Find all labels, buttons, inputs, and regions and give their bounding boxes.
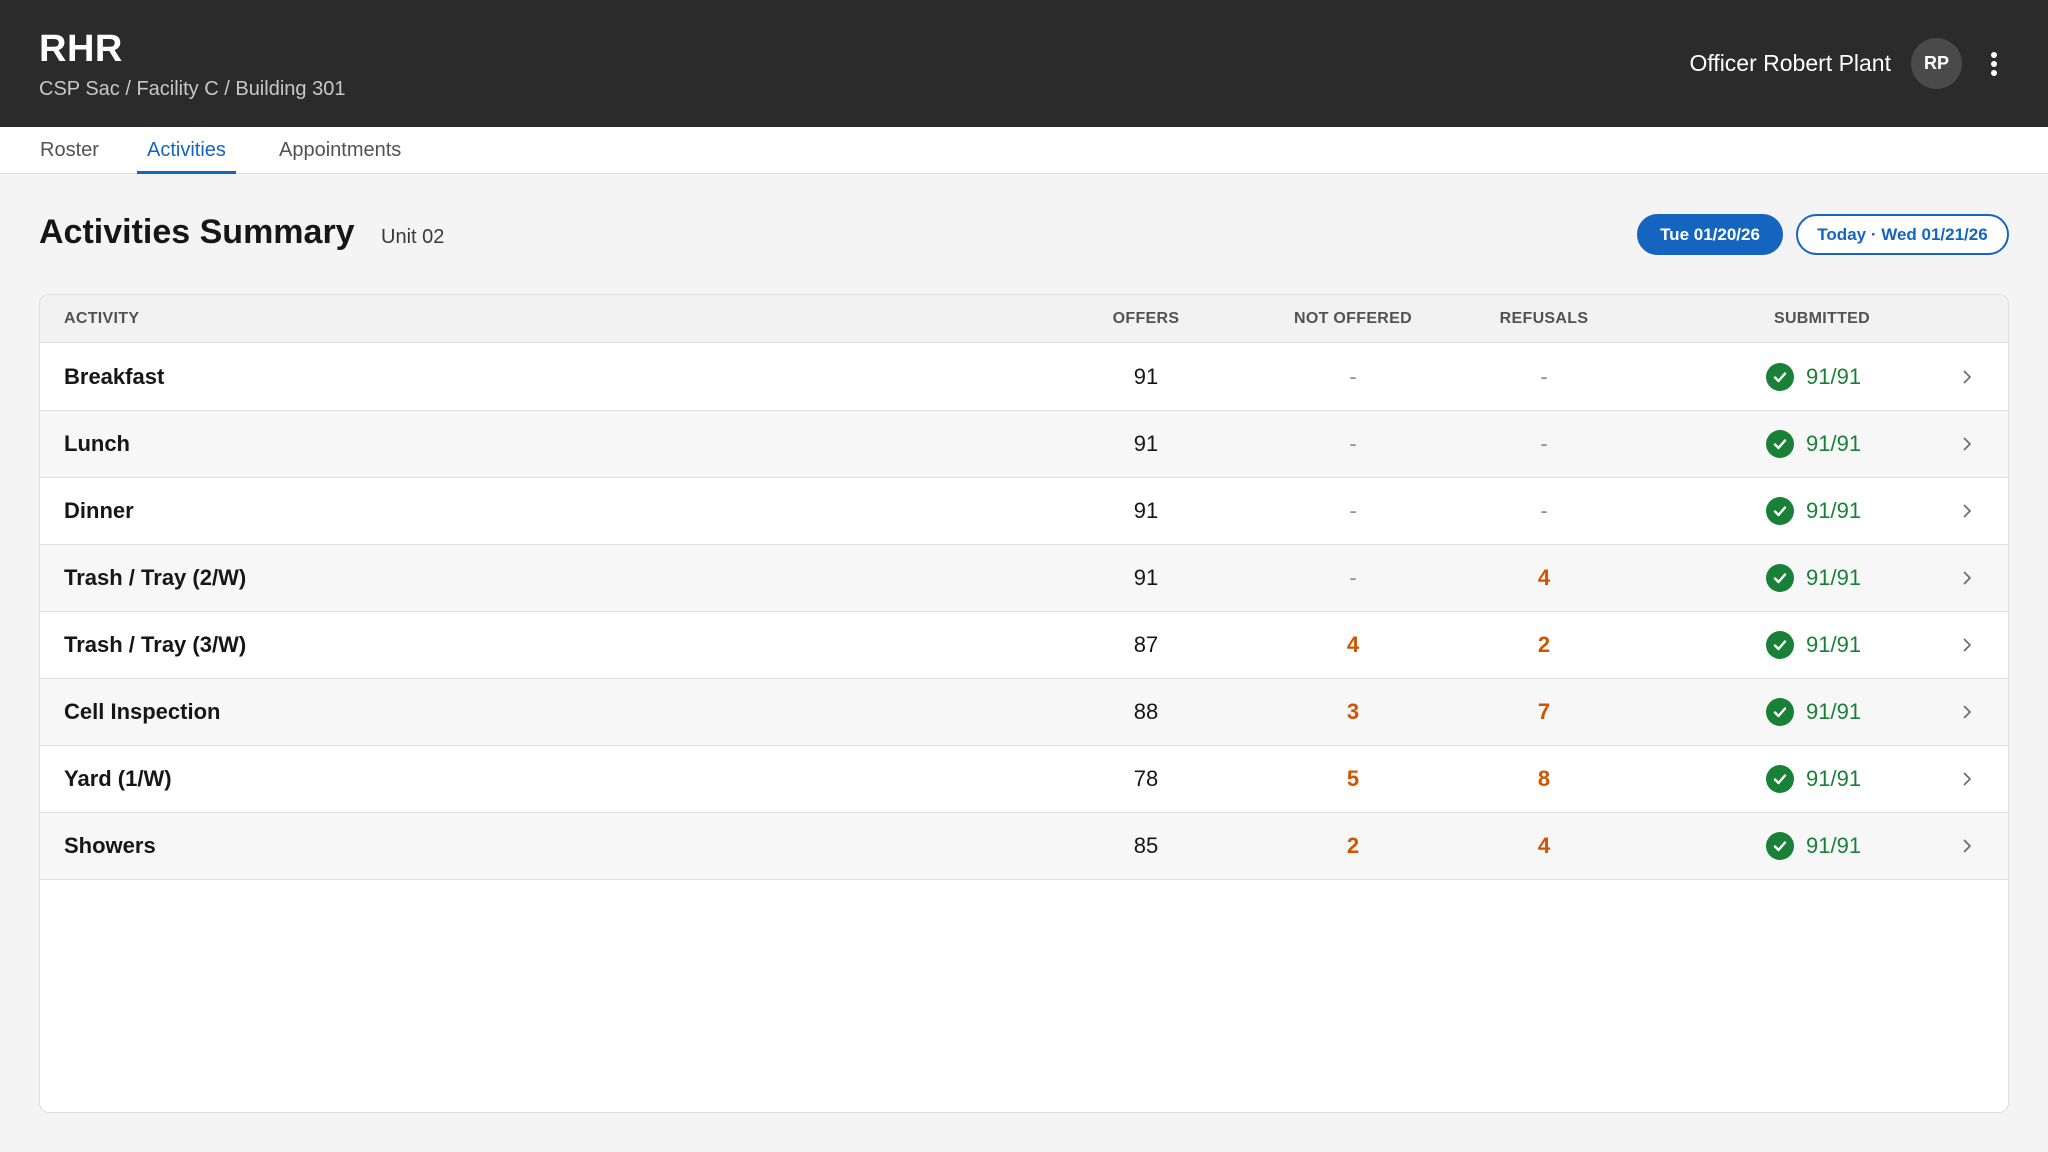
activity-name: Trash / Tray (3/W) xyxy=(64,632,247,657)
offers-value: 91 xyxy=(1133,565,1159,590)
submitted-value: 91/91 xyxy=(1806,498,1862,523)
table-row[interactable]: Showers 85 2 4 91/91 xyxy=(40,813,2008,880)
column-header-submitted: SUBMITTED xyxy=(1773,310,1871,327)
column-header-activity: ACTIVITY xyxy=(64,310,140,327)
chevron-right-icon[interactable] xyxy=(1958,435,1976,453)
avatar[interactable]: RP xyxy=(1911,38,1962,89)
chevron-right-icon[interactable] xyxy=(1958,770,1976,788)
table-row[interactable]: Cell Inspection 88 3 7 91/91 xyxy=(40,679,2008,746)
submitted-value: 91/91 xyxy=(1806,364,1862,389)
submitted-value: 91/91 xyxy=(1806,632,1862,657)
table-row[interactable]: Trash / Tray (2/W) 91 - 4 91/91 xyxy=(40,545,2008,612)
submitted-status: 91/91 xyxy=(1766,679,1861,745)
not-offered-value: - xyxy=(1349,364,1357,389)
chevron-right-icon[interactable] xyxy=(1958,703,1976,721)
refusals-value: - xyxy=(1540,364,1548,389)
offers-value: 87 xyxy=(1133,632,1159,657)
user-name: Officer Robert Plant xyxy=(1689,50,1891,76)
submitted-value: 91/91 xyxy=(1806,431,1862,456)
activity-name: Showers xyxy=(64,833,156,858)
breadcrumb: CSP Sac / Facility C / Building 301 xyxy=(39,78,346,100)
tab-bar: Roster Activities Appointments xyxy=(0,127,2048,174)
page-title: Activities Summary xyxy=(39,213,355,251)
app-header: RHR CSP Sac / Facility C / Building 301 … xyxy=(0,0,2048,127)
tab-appointments[interactable]: Appointments xyxy=(269,127,411,174)
check-circle-icon xyxy=(1766,564,1794,592)
table-row[interactable]: Breakfast 91 - - 91/91 xyxy=(40,344,2008,411)
offers-value: 91 xyxy=(1133,364,1159,389)
tab-activities[interactable]: Activities xyxy=(137,127,236,174)
offers-value: 78 xyxy=(1133,766,1159,791)
table-row[interactable]: Lunch 91 - - 91/91 xyxy=(40,411,2008,478)
refusals-value: 7 xyxy=(1537,699,1551,724)
submitted-status: 91/91 xyxy=(1766,746,1861,812)
not-offered-value: 5 xyxy=(1346,766,1360,791)
activity-name: Dinner xyxy=(64,498,134,523)
not-offered-value: - xyxy=(1349,565,1357,590)
submitted-status: 91/91 xyxy=(1766,344,1861,410)
activities-table: ACTIVITY OFFERS NOT OFFERED REFUSALS SUB… xyxy=(39,294,2009,1113)
submitted-status: 91/91 xyxy=(1766,813,1861,879)
unit-label: Unit 02 xyxy=(381,226,445,248)
refusals-value: - xyxy=(1540,431,1548,456)
tab-roster[interactable]: Roster xyxy=(30,127,109,174)
column-header-offers: OFFERS xyxy=(1112,310,1180,327)
column-header-refusals: REFUSALS xyxy=(1499,310,1589,327)
activity-name: Breakfast xyxy=(64,364,165,389)
check-circle-icon xyxy=(1766,698,1794,726)
not-offered-value: 3 xyxy=(1346,699,1360,724)
activity-name: Trash / Tray (2/W) xyxy=(64,565,247,590)
app-title: RHR xyxy=(39,28,123,70)
table-row[interactable]: Dinner 91 - - 91/91 xyxy=(40,478,2008,545)
submitted-status: 91/91 xyxy=(1766,545,1861,611)
refusals-value: - xyxy=(1540,498,1548,523)
submitted-status: 91/91 xyxy=(1766,478,1861,544)
table-row[interactable]: Yard (1/W) 78 5 8 91/91 xyxy=(40,746,2008,813)
check-circle-icon xyxy=(1766,497,1794,525)
activity-name: Lunch xyxy=(64,431,130,456)
chevron-right-icon[interactable] xyxy=(1958,636,1976,654)
submitted-value: 91/91 xyxy=(1806,699,1862,724)
more-vertical-icon[interactable] xyxy=(1982,44,2006,84)
chevron-right-icon[interactable] xyxy=(1958,502,1976,520)
refusals-value: 8 xyxy=(1537,766,1551,791)
offers-value: 91 xyxy=(1133,498,1159,523)
table-row[interactable]: Trash / Tray (3/W) 87 4 2 91/91 xyxy=(40,612,2008,679)
not-offered-value: 4 xyxy=(1346,632,1360,657)
check-circle-icon xyxy=(1766,430,1794,458)
table-header: ACTIVITY OFFERS NOT OFFERED REFUSALS SUB… xyxy=(40,295,2008,343)
offers-value: 91 xyxy=(1133,431,1159,456)
refusals-value: 4 xyxy=(1537,565,1551,590)
date-prev-button[interactable]: Tue 01/20/26 xyxy=(1637,214,1783,255)
submitted-status: 91/91 xyxy=(1766,612,1861,678)
offers-value: 85 xyxy=(1133,833,1159,858)
refusals-value: 2 xyxy=(1537,632,1551,657)
check-circle-icon xyxy=(1766,363,1794,391)
submitted-value: 91/91 xyxy=(1806,766,1862,791)
not-offered-value: 2 xyxy=(1346,833,1360,858)
chevron-right-icon[interactable] xyxy=(1958,569,1976,587)
check-circle-icon xyxy=(1766,765,1794,793)
not-offered-value: - xyxy=(1349,498,1357,523)
chevron-right-icon[interactable] xyxy=(1958,368,1976,386)
submitted-status: 91/91 xyxy=(1766,411,1861,477)
submitted-value: 91/91 xyxy=(1806,833,1862,858)
chevron-right-icon[interactable] xyxy=(1958,837,1976,855)
not-offered-value: - xyxy=(1349,431,1357,456)
check-circle-icon xyxy=(1766,832,1794,860)
refusals-value: 4 xyxy=(1537,833,1551,858)
submitted-value: 91/91 xyxy=(1806,565,1862,590)
offers-value: 88 xyxy=(1133,699,1159,724)
check-circle-icon xyxy=(1766,631,1794,659)
activity-name: Yard (1/W) xyxy=(64,766,172,791)
date-today-button[interactable]: Today · Wed 01/21/26 xyxy=(1796,214,2009,255)
column-header-not-offered: NOT OFFERED xyxy=(1294,310,1412,327)
activity-name: Cell Inspection xyxy=(64,699,221,724)
